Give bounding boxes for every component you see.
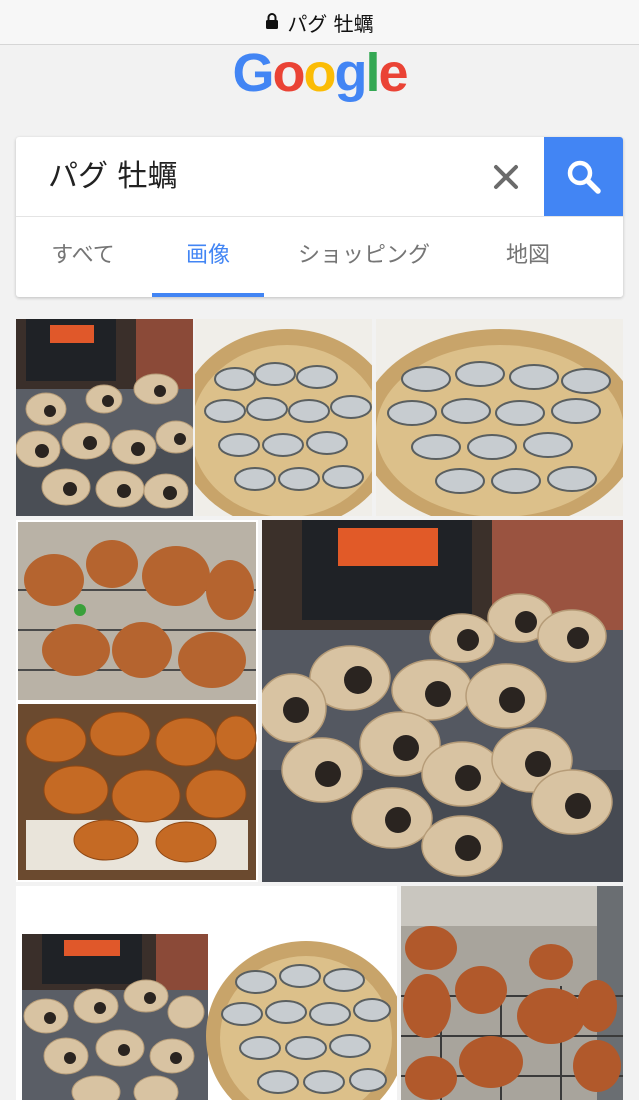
search-button[interactable]	[544, 137, 623, 216]
tab-shopping[interactable]: ショッピング	[288, 217, 440, 297]
image-result[interactable]	[16, 520, 258, 882]
tab-all[interactable]: すべて	[34, 217, 132, 297]
oysters-thumbnail	[376, 319, 623, 516]
tab-images[interactable]: 画像	[152, 217, 264, 297]
image-result[interactable]	[262, 520, 623, 882]
tabs-fade	[593, 217, 623, 297]
logo-letter: G	[232, 43, 274, 103]
clear-button[interactable]	[484, 155, 528, 199]
logo-letter: o	[272, 43, 305, 103]
close-icon	[494, 165, 518, 189]
logo-letter: e	[378, 43, 408, 103]
image-result[interactable]	[195, 319, 372, 516]
image-result[interactable]	[376, 319, 623, 516]
logo-letter: l	[365, 43, 380, 103]
oysters-thumbnail	[195, 319, 372, 516]
tab-maps[interactable]: 地図	[490, 217, 566, 297]
image-result[interactable]	[16, 886, 397, 1100]
address-text: パグ 牡蠣	[287, 11, 374, 36]
image-result[interactable]	[401, 886, 623, 1100]
lock-icon	[266, 13, 279, 29]
address-bar[interactable]: パグ 牡蠣	[0, 0, 639, 45]
poodles-chicken-thumbnail	[18, 522, 257, 880]
search-card: パグ 牡蠣 すべて 画像 ショッピング 地図	[16, 137, 623, 297]
logo-letter: o	[303, 43, 336, 103]
search-input[interactable]: パグ 牡蠣	[48, 155, 178, 199]
pugs-oysters-collage-thumbnail	[16, 886, 397, 1100]
search-row: パグ 牡蠣	[16, 137, 623, 217]
logo-letter: g	[334, 43, 367, 103]
search-icon	[567, 160, 601, 194]
search-tabs: すべて 画像 ショッピング 地図	[16, 217, 623, 297]
poodles-thumbnail	[401, 886, 623, 1100]
image-result[interactable]	[16, 319, 193, 516]
google-logo[interactable]: Google	[0, 40, 639, 106]
pugs-thumbnail	[262, 520, 623, 882]
pugs-thumbnail	[16, 319, 193, 516]
